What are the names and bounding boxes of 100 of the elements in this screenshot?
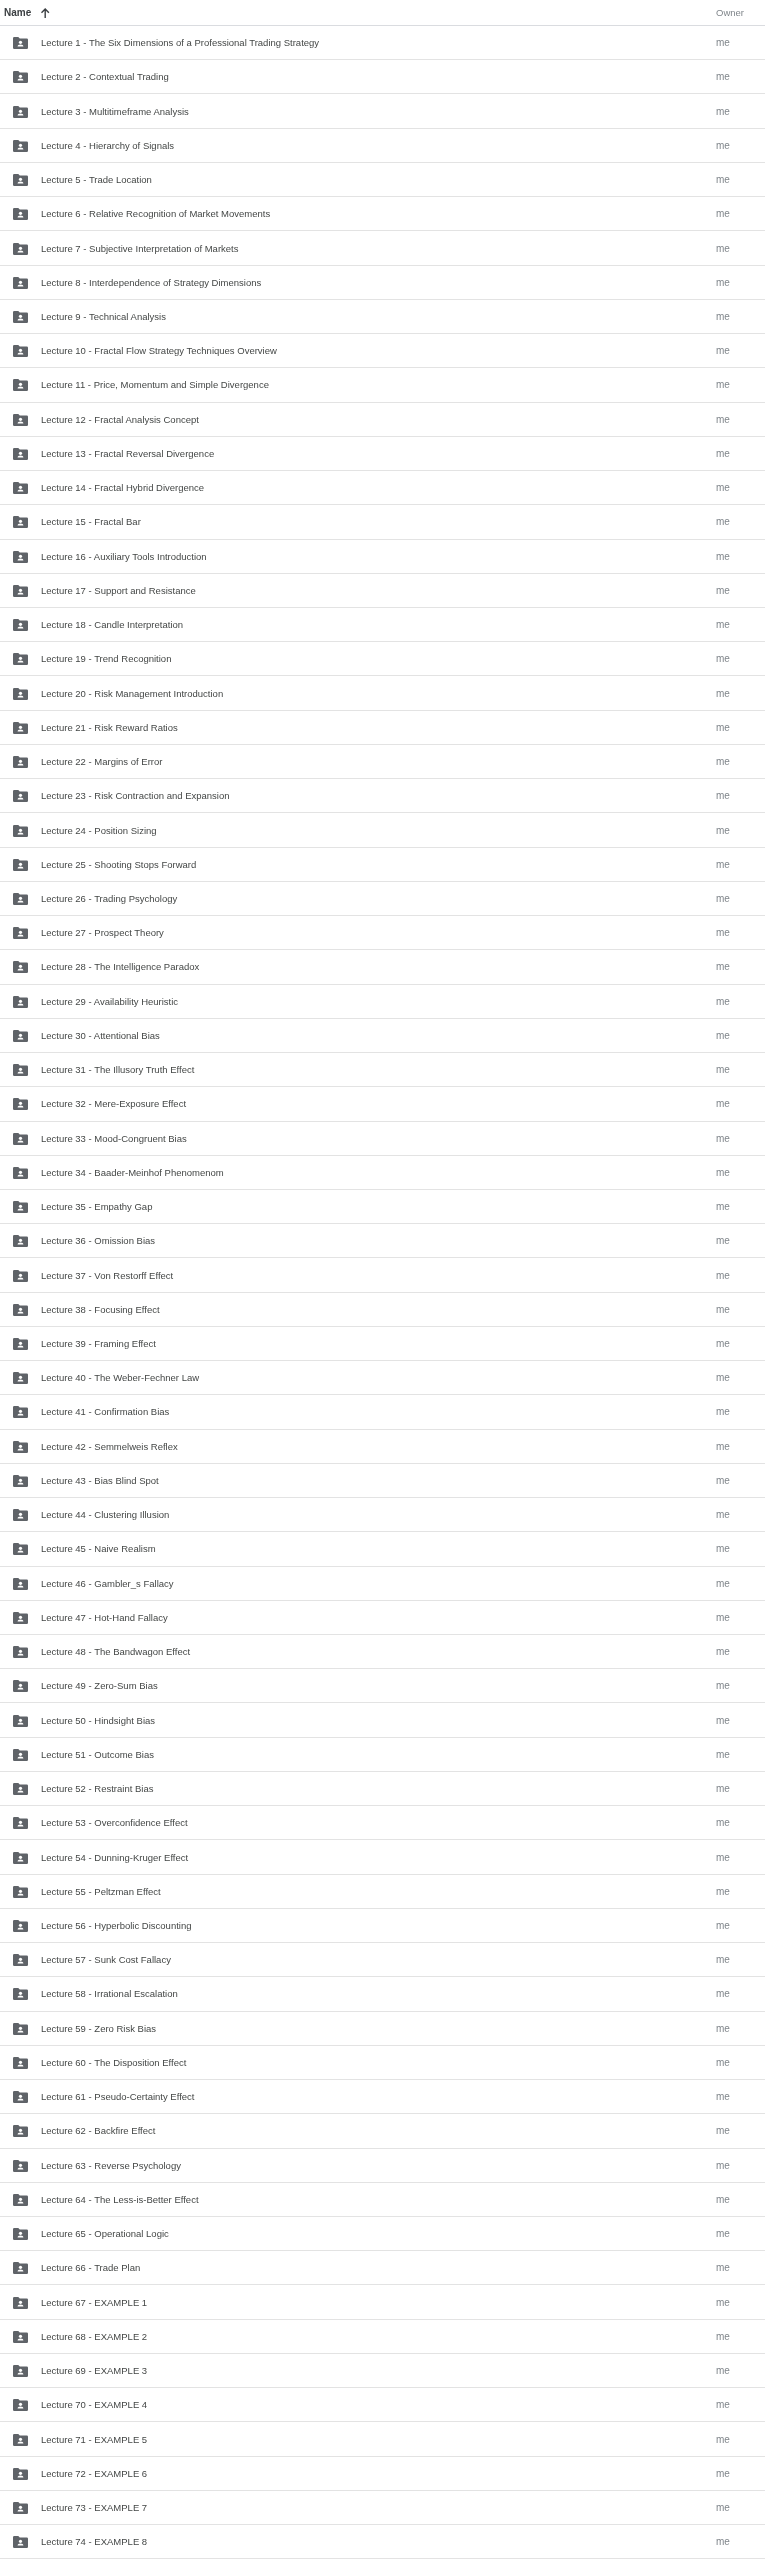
folder-name[interactable]: Lecture 5 - Trade Location — [41, 174, 716, 186]
folder-name[interactable]: Lecture 45 - Naive Realism — [41, 1543, 716, 1555]
folder-name[interactable]: Lecture 20 - Risk Management Introduction — [41, 687, 716, 699]
folder-person-icon — [13, 1577, 28, 1590]
folder-name[interactable]: Lecture 4 - Hierarchy of Signals — [41, 139, 716, 151]
folder-name[interactable]: Lecture 29 - Availability Heuristic — [41, 995, 716, 1007]
folder-name[interactable]: Lecture 33 - Mood-Congruent Bias — [41, 1132, 716, 1144]
folder-name[interactable]: Lecture 38 - Focusing Effect — [41, 1303, 716, 1315]
folder-name[interactable]: Lecture 35 - Empathy Gap — [41, 1201, 716, 1213]
folder-name[interactable]: Lecture 31 - The Illusory Truth Effect — [41, 1064, 716, 1076]
folder-person-icon — [13, 2262, 28, 2275]
folder-name[interactable]: Lecture 67 - EXAMPLE 1 — [41, 2296, 716, 2308]
folder-name[interactable]: Lecture 19 - Trend Recognition — [41, 653, 716, 665]
folder-name[interactable]: Lecture 26 - Trading Psychology — [41, 892, 716, 904]
folder-name[interactable]: Lecture 36 - Omission Bias — [41, 1235, 716, 1247]
folder-person-icon — [13, 1646, 28, 1659]
folder-person-icon — [13, 584, 28, 597]
folder-name[interactable]: Lecture 12 - Fractal Analysis Concept — [41, 413, 716, 425]
folder-person-icon — [13, 1509, 28, 1522]
folder-name[interactable]: Lecture 13 - Fractal Reversal Divergence — [41, 447, 716, 459]
folder-name[interactable]: Lecture 39 - Framing Effect — [41, 1338, 716, 1349]
folder-person-icon — [13, 2399, 28, 2412]
folder-person-icon — [13, 1954, 28, 1967]
folder-name[interactable]: Lecture 49 - Zero-Sum Bias — [41, 1680, 716, 1692]
folder-name[interactable]: Lecture 40 - The Weber-Fechner Law — [41, 1372, 716, 1384]
folder-name[interactable]: Lecture 64 - The Less-is-Better Effect — [41, 2193, 716, 2205]
owner-text: me — [716, 139, 731, 151]
folder-name[interactable]: Lecture 6 - Relative Recognition of Market Movements — [41, 208, 716, 220]
folder-name[interactable]: Lecture 60 - The Disposition Effect — [41, 2056, 716, 2068]
folder-name[interactable]: Lecture 32 - Mere-Exposure Effect — [41, 1098, 716, 1110]
folder-name[interactable]: Lecture 70 - EXAMPLE 4 — [41, 2399, 716, 2411]
folder-name[interactable]: Lecture 2 - Contextual Trading — [41, 71, 716, 83]
folder-name[interactable]: Lecture 48 - The Bandwagon Effect — [41, 1646, 716, 1658]
owner-text: me — [716, 2262, 731, 2274]
folder-name[interactable]: Lecture 73 - EXAMPLE 7 — [41, 2502, 716, 2513]
folder-name[interactable]: Lecture 41 - Confirmation Bias — [41, 1406, 716, 1418]
folder-name[interactable]: Lecture 54 - Dunning-Kruger Effect — [41, 1851, 716, 1863]
folder-name[interactable]: Lecture 69 - EXAMPLE 3 — [41, 2365, 716, 2377]
folder-name[interactable]: Lecture 16 - Auxiliary Tools Introduction — [41, 550, 716, 562]
folder-name[interactable]: Lecture 56 - Hyperbolic Discounting — [41, 1920, 716, 1931]
folder-person-icon — [13, 345, 28, 358]
folder-name[interactable]: Lecture 57 - Sunk Cost Fallacy — [41, 1954, 716, 1966]
folder-name[interactable]: Lecture 21 - Risk Reward Ratios — [41, 721, 716, 733]
folder-name[interactable]: Lecture 8 - Interdependence of Strategy Dimensions — [41, 276, 716, 288]
folder-name[interactable]: Lecture 52 - Restraint Bias — [41, 1783, 716, 1795]
folder-name[interactable]: Lecture 24 - Position Sizing — [41, 824, 716, 836]
folder-name[interactable]: Lecture 51 - Outcome Bias — [41, 1748, 716, 1760]
folder-name[interactable]: Lecture 34 - Baader-Meinhof Phenomenom — [41, 1166, 716, 1178]
folder-name[interactable]: Lecture 66 - Trade Plan — [41, 2262, 716, 2274]
owner-text: me — [716, 550, 731, 562]
folder-name[interactable]: Lecture 30 - Attentional Bias — [41, 1029, 716, 1041]
folder-name[interactable]: Lecture 46 - Gambler_s Fallacy — [41, 1577, 716, 1589]
name-column-header[interactable]: Name — [4, 7, 32, 18]
owner-text: me — [716, 1714, 731, 1726]
folder-name[interactable]: Lecture 10 - Fractal Flow Strategy Techniques Overview — [41, 345, 716, 357]
folder-name[interactable]: Lecture 25 - Shooting Stops Forward — [41, 858, 716, 870]
folder-name[interactable]: Lecture 7 - Subjective Interpretation of Markets — [41, 242, 716, 254]
folder-name[interactable]: Lecture 1 - The Six Dimensions of a Professional Trading Strategy — [41, 37, 716, 49]
folder-name[interactable]: Lecture 23 - Risk Contraction and Expansion — [41, 790, 716, 802]
folder-name[interactable]: Lecture 47 - Hot-Hand Fallacy — [41, 1611, 716, 1623]
folder-name[interactable]: Lecture 42 - Semmelweis Reflex — [41, 1440, 716, 1452]
folder-name[interactable]: Lecture 18 - Candle Interpretation — [41, 619, 716, 631]
folder-name[interactable]: Lecture 37 - Von Restorff Effect — [41, 1269, 716, 1281]
folder-person-icon — [13, 37, 28, 50]
owner-text: me — [716, 1406, 731, 1418]
folder-person-icon — [13, 619, 28, 632]
folder-person-icon — [13, 105, 28, 118]
folder-name[interactable]: Lecture 28 - The Intelligence Paradox — [41, 961, 716, 973]
folder-name[interactable]: Lecture 65 - Operational Logic — [41, 2228, 716, 2240]
folder-person-icon — [13, 2022, 28, 2035]
owner-text: me — [716, 516, 731, 528]
folder-name[interactable]: Lecture 14 - Fractal Hybrid Divergence — [41, 482, 716, 494]
folder-name[interactable]: Lecture 71 - EXAMPLE 5 — [41, 2433, 716, 2445]
folder-name[interactable]: Lecture 61 - Pseudo-Certainty Effect — [41, 2091, 716, 2103]
folder-name[interactable]: Lecture 9 - Technical Analysis — [41, 311, 716, 322]
owner-text: me — [716, 1029, 731, 1041]
folder-name[interactable]: Lecture 74 - EXAMPLE 8 — [41, 2536, 716, 2548]
owner-text: me — [716, 1988, 731, 2000]
folder-name[interactable]: Lecture 11 - Price, Momentum and Simple Divergence — [41, 379, 716, 391]
owner-text: me — [716, 824, 731, 836]
folder-name[interactable]: Lecture 68 - EXAMPLE 2 — [41, 2330, 716, 2342]
folder-name[interactable]: Lecture 53 - Overconfidence Effect — [41, 1817, 716, 1829]
folder-name[interactable]: Lecture 59 - Zero Risk Bias — [41, 2022, 716, 2034]
folder-name[interactable]: Lecture 22 - Margins of Error — [41, 756, 716, 768]
folder-name[interactable]: Lecture 44 - Clustering Illusion — [41, 1509, 716, 1521]
folder-name[interactable]: Lecture 55 - Peltzman Effect — [41, 1885, 716, 1897]
folder-name[interactable]: Lecture 3 - Multitimeframe Analysis — [41, 105, 716, 117]
folder-name[interactable]: Lecture 17 - Support and Resistance — [41, 584, 716, 596]
folder-name[interactable]: Lecture 15 - Fractal Bar — [41, 516, 716, 528]
folder-name[interactable]: Lecture 43 - Bias Blind Spot — [41, 1474, 716, 1486]
folder-name[interactable]: Lecture 27 - Prospect Theory — [41, 927, 716, 939]
folder-person-icon — [13, 961, 28, 974]
owner-text: me — [716, 2433, 731, 2445]
arrow-up-icon[interactable] — [41, 7, 50, 18]
folder-person-icon — [13, 1269, 28, 1282]
folder-name[interactable]: Lecture 72 - EXAMPLE 6 — [41, 2467, 716, 2479]
folder-name[interactable]: Lecture 63 - Reverse Psychology — [41, 2159, 716, 2171]
folder-name[interactable]: Lecture 50 - Hindsight Bias — [41, 1714, 716, 1726]
folder-name[interactable]: Lecture 58 - Irrational Escalation — [41, 1988, 716, 2000]
folder-name[interactable]: Lecture 62 - Backfire Effect — [41, 2125, 716, 2137]
